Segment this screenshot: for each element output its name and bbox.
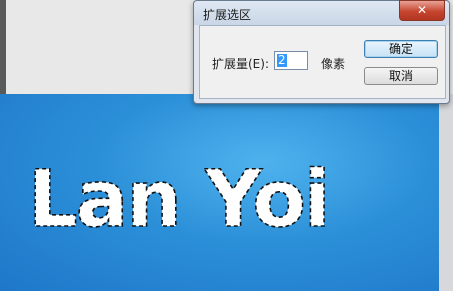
ok-button[interactable]: 确定 — [364, 40, 438, 58]
close-icon: ✕ — [416, 3, 428, 17]
selected-image-text[interactable]: Lan Yoi — [27, 154, 331, 246]
dialog-title-bar[interactable]: 扩展选区 ✕ — [194, 0, 449, 25]
selection-layer[interactable]: Lan Yoi — [0, 94, 453, 291]
dialog-title: 扩展选区 — [203, 8, 252, 22]
panel-edge — [0, 0, 6, 94]
close-button[interactable]: ✕ — [399, 0, 445, 21]
expand-amount-value[interactable]: 2 — [277, 54, 287, 67]
expand-amount-input[interactable]: 2 — [274, 51, 308, 70]
dialog-content: 扩展量(E): 2 像素 确定 取消 — [199, 25, 446, 99]
expand-amount-label: 扩展量(E): — [212, 57, 269, 71]
cancel-button[interactable]: 取消 — [364, 67, 438, 85]
expand-selection-dialog[interactable]: 扩展选区 ✕ 扩展量(E): 2 像素 确定 取消 — [193, 0, 450, 104]
unit-label: 像素 — [321, 57, 346, 71]
